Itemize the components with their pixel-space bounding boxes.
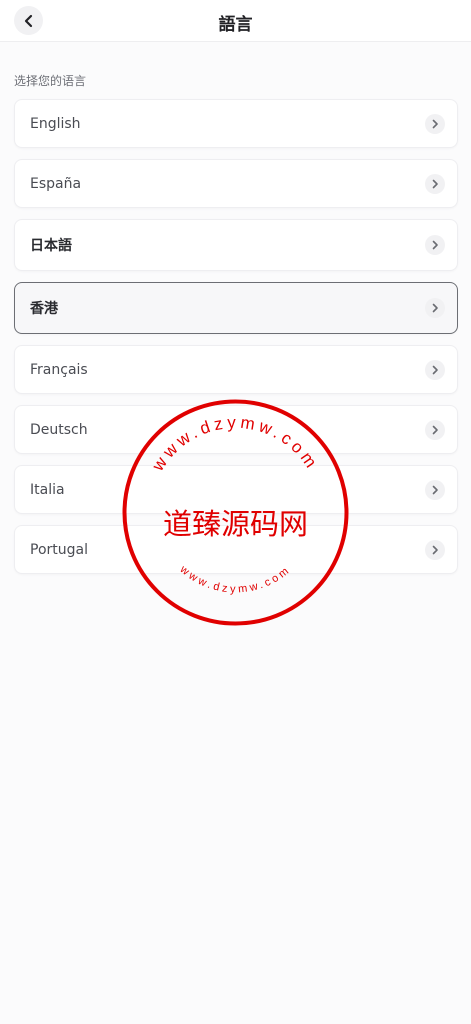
language-item-portugal[interactable]: Portugal <box>14 525 458 574</box>
language-label: 日本語 <box>30 238 72 254</box>
language-label: Italia <box>30 481 65 498</box>
language-item-english[interactable]: English <box>14 99 458 148</box>
language-settings-screen: 語言 选择您的语言 English España 日本語 香港 Français… <box>0 0 471 1024</box>
top-nav-bar: 語言 <box>0 0 471 42</box>
language-label: English <box>30 115 81 132</box>
language-label: Deutsch <box>30 421 88 438</box>
language-item-deutsch[interactable]: Deutsch <box>14 405 458 454</box>
chevron-right-icon <box>425 479 445 500</box>
language-list: English España 日本語 香港 Français Deutsch I… <box>14 99 458 585</box>
page-title: 語言 <box>218 15 253 35</box>
language-item-francais[interactable]: Français <box>14 345 458 394</box>
language-item-espana[interactable]: España <box>14 159 458 208</box>
language-label: España <box>30 175 82 192</box>
chevron-right-icon <box>425 113 445 134</box>
section-label: 选择您的语言 <box>14 74 87 88</box>
chevron-right-icon <box>425 539 445 560</box>
chevron-right-icon <box>425 359 445 380</box>
language-label: Portugal <box>30 541 88 558</box>
language-label: 香港 <box>30 301 58 317</box>
chevron-right-icon <box>425 235 445 255</box>
chevron-right-icon <box>425 419 445 440</box>
chevron-right-icon <box>425 173 445 194</box>
language-item-italia[interactable]: Italia <box>14 465 458 514</box>
language-item-japanese[interactable]: 日本語 <box>14 219 458 271</box>
language-label: Français <box>30 361 88 378</box>
chevron-right-icon <box>425 298 445 318</box>
language-item-hongkong[interactable]: 香港 <box>14 282 458 334</box>
